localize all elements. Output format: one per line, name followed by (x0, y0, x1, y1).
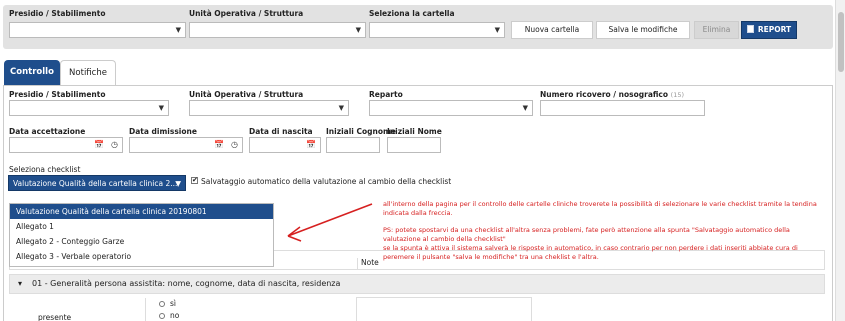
annotation-line: valutazione al cambio della checklist" (383, 235, 506, 243)
tab-controllo[interactable]: Controllo (4, 60, 60, 86)
toolbar-presidio-label: Presidio / Stabilimento (9, 9, 106, 18)
dimissione-input[interactable]: 📅 ◷ (129, 137, 243, 153)
checklist-selected-value: Valutazione Qualità della cartella clini… (13, 179, 178, 188)
ricovero-label: Numero ricovero / nosografico (15) (540, 90, 684, 99)
toolbar-unita-label: Unità Operativa / Struttura (189, 9, 304, 18)
dropdown-option[interactable]: Allegato 3 - Verbale operatorio (10, 249, 273, 264)
presidio-select[interactable]: ▼ (9, 100, 169, 116)
unita-select[interactable]: ▼ (189, 100, 349, 116)
dropdown-option[interactable]: Valutazione Qualità della cartella clini… (10, 204, 273, 219)
page-scrollbar[interactable] (835, 0, 845, 321)
autosave-label: Salvataggio automatico della valutazione… (201, 177, 452, 186)
calendar-icon[interactable]: 📅 (214, 140, 224, 149)
iniziali-cognome-label: Iniziali Cognome (326, 127, 396, 136)
elimina-button[interactable]: Elimina (694, 21, 739, 39)
iniziali-nome-input[interactable] (387, 137, 441, 153)
salva-modifiche-button[interactable]: Salva le modifiche (596, 21, 690, 39)
note-header: Note (357, 258, 379, 270)
chevron-down-icon: ▼ (494, 26, 500, 34)
radio-no-label: no (170, 311, 180, 320)
dropdown-option[interactable]: Allegato 2 - Conteggio Garze (10, 234, 273, 249)
radio-si[interactable] (159, 301, 165, 307)
toolbar-cartella-select[interactable]: ▼ (369, 22, 505, 38)
chevron-down-icon: ▼ (338, 104, 344, 112)
checklist-dropdown: Valutazione Qualità della cartella clini… (9, 203, 274, 267)
checklist-group-row[interactable]: ▾ 01 - Generalità persona assistita: nom… (9, 274, 825, 294)
iniziali-cognome-input[interactable] (326, 137, 380, 153)
annotation-note: all'interno della pagina per il controll… (383, 200, 817, 262)
chevron-down-icon: ▼ (175, 26, 181, 34)
iniziali-nome-label: Iniziali Nome (387, 127, 442, 136)
clock-icon[interactable]: ◷ (231, 140, 238, 149)
nuova-cartella-button[interactable]: Nuova cartella (511, 21, 593, 39)
scrollbar-thumb[interactable] (838, 12, 844, 72)
radio-si-label: sì (170, 299, 176, 308)
dropdown-option[interactable]: Allegato 1 (10, 219, 273, 234)
annotation-line: se la spunta è attiva il sistema salverà… (383, 244, 798, 252)
annotation-line: PS: potete spostarvi da una checklist al… (383, 226, 790, 234)
calendar-icon[interactable]: 📅 (306, 140, 316, 149)
chevron-down-icon: ▼ (355, 26, 361, 34)
nascita-label: Data di nascita (249, 127, 313, 136)
chevron-down-icon: ▼ (522, 104, 528, 112)
accettazione-input[interactable]: 📅 ◷ (9, 137, 123, 153)
toolbar-cartella-label: Seleziona la cartella (369, 9, 455, 18)
annotation-line: peremere il pulsante "salva le modifiche… (383, 253, 599, 261)
clock-icon[interactable]: ◷ (111, 140, 118, 149)
checklist-select[interactable]: Valutazione Qualità della cartella clini… (8, 175, 186, 191)
chevron-down-icon: ▼ (175, 179, 181, 188)
chevron-down-icon: ▼ (158, 104, 164, 112)
report-button-label: REPORT (757, 25, 792, 34)
column-divider (145, 298, 146, 321)
report-button[interactable]: REPORT (741, 21, 797, 39)
annotation-line: all'interno della pagina per il controll… (383, 200, 817, 208)
group-title: 01 - Generalità persona assistita: nome,… (32, 279, 341, 288)
calendar-icon[interactable]: 📅 (94, 140, 104, 149)
dimissione-label: Data dimissione (129, 127, 197, 136)
note-textarea[interactable] (356, 297, 532, 321)
accettazione-label: Data accettazione (9, 127, 86, 136)
presidio-label: Presidio / Stabilimento (9, 90, 106, 99)
ricovero-label-text: Numero ricovero / nosografico (540, 90, 669, 99)
annotation-spacer (383, 218, 817, 226)
reparto-select[interactable]: ▼ (369, 100, 533, 116)
ricovero-hint: (15) (670, 91, 684, 99)
caret-down-icon[interactable]: ▾ (18, 275, 22, 293)
toolbar-presidio-select[interactable]: ▼ (9, 22, 186, 38)
document-icon (746, 25, 754, 33)
unita-label: Unità Operativa / Struttura (189, 90, 304, 99)
nascita-input[interactable]: 📅 (249, 137, 321, 153)
reparto-label: Reparto (369, 90, 403, 99)
radio-no[interactable] (159, 313, 165, 319)
annotation-arrow (287, 203, 373, 242)
ricovero-input[interactable] (540, 100, 705, 116)
toolbar-unita-select[interactable]: ▼ (189, 22, 366, 38)
annotation-line: indicata dalla freccia. (383, 209, 453, 217)
checklist-label: Seleziona checklist (9, 165, 81, 174)
tab-notifiche[interactable]: Notifiche (60, 60, 116, 86)
top-toolbar: Presidio / Stabilimento ▼ Unità Operativ… (3, 5, 833, 49)
autosave-checkbox[interactable]: ✔ (191, 177, 198, 184)
row-label: presente (38, 313, 72, 321)
